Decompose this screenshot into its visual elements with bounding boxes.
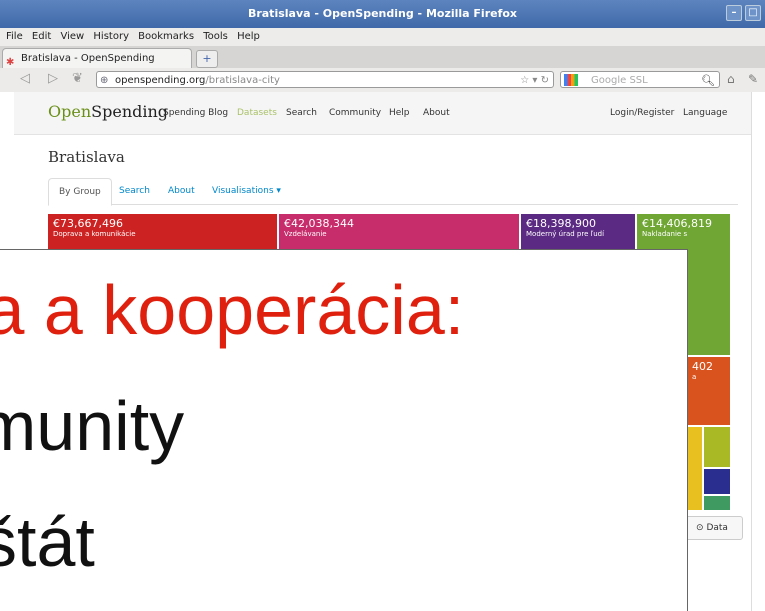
tab-about[interactable]: About <box>158 178 205 204</box>
presentation-slide-overlay: ia a kooperácia: munity štát <box>0 249 688 611</box>
menu-view[interactable]: View <box>60 31 84 42</box>
nav-datasets[interactable]: Datasets <box>237 108 277 118</box>
maximize-button[interactable]: □ <box>745 5 761 21</box>
url-host: openspending.org <box>115 75 206 86</box>
minimize-button[interactable]: – <box>726 5 742 21</box>
url-bar[interactable]: ⊕ openspending.org/bratislava-city ☆ ▾ ↻ <box>96 71 554 88</box>
dataset-tabs: By Group Search About Visualisations ▾ <box>48 178 738 206</box>
treemap-cell[interactable] <box>704 469 730 494</box>
site-identity-icon[interactable]: ⊕ <box>100 72 108 89</box>
window-titlebar: Bratislava - OpenSpending - Mozilla Fire… <box>0 0 765 28</box>
treemap-amount: €42,038,344 <box>284 217 354 230</box>
nav-community[interactable]: Community <box>329 108 381 118</box>
url-path: /bratislava-city <box>205 75 280 86</box>
nav-language[interactable]: Language <box>683 108 727 118</box>
treemap-label: Moderný úrad pre ľudí <box>526 230 605 238</box>
openspending-logo[interactable]: OpenSpending <box>48 102 168 121</box>
treemap-label: Nakladanie s <box>642 230 688 238</box>
data-button[interactable]: ⊙ Data <box>681 516 743 540</box>
browser-window: Bratislava - OpenSpending - Mozilla Fire… <box>0 0 765 611</box>
treemap-cell[interactable] <box>704 427 730 467</box>
menu-file[interactable]: File <box>6 31 23 42</box>
tab-by-group[interactable]: By Group <box>48 178 112 206</box>
nav-help[interactable]: Help <box>389 108 410 118</box>
forward-icon[interactable]: ▷ <box>48 71 58 86</box>
search-placeholder: Google SSL <box>591 75 648 86</box>
nav-spending-blog[interactable]: Spending Blog <box>163 108 228 118</box>
treemap-cell[interactable] <box>704 496 730 510</box>
tab-visualisations[interactable]: Visualisations ▾ <box>202 178 291 204</box>
treemap-amount: €18,398,900 <box>526 217 596 230</box>
menu-help[interactable]: Help <box>237 31 260 42</box>
window-title: Bratislava - OpenSpending - Mozilla Fire… <box>247 7 518 20</box>
slide-bullet: munity <box>0 387 185 465</box>
dataset-title: Bratislava <box>48 148 125 166</box>
page-right-margin <box>751 92 765 611</box>
new-tab-button[interactable]: + <box>196 50 218 68</box>
reload-icon[interactable]: ☆ ▾ ↻ <box>520 72 549 89</box>
back-icon[interactable]: ◁ <box>20 71 30 86</box>
search-engine-icon[interactable] <box>564 74 578 86</box>
menu-history[interactable]: History <box>93 31 129 42</box>
treemap-label: Vzdelávanie <box>284 230 327 238</box>
slide-heading: ia a kooperácia: <box>0 271 465 349</box>
site-header: OpenSpending Spending Blog Datasets Sear… <box>14 92 751 135</box>
treemap-label: Doprava a komunikácie <box>53 230 136 238</box>
search-bar[interactable]: Google SSL 🔍︎ <box>560 71 720 88</box>
search-icon[interactable]: 🔍︎ <box>701 72 715 89</box>
nav-about[interactable]: About <box>423 108 450 118</box>
tab-strip: ✱ Bratislava - OpenSpending + <box>0 46 765 69</box>
tab-search[interactable]: Search <box>109 178 160 204</box>
navigation-toolbar: ◁ ▷ ❦ ⊕ openspending.org/bratislava-city… <box>0 68 765 93</box>
menu-bookmarks[interactable]: Bookmarks <box>138 31 194 42</box>
treemap-amount: €14,406,819 <box>642 217 712 230</box>
slide-bullet: štát <box>0 503 95 581</box>
tab-title: Bratislava - OpenSpending <box>21 53 155 64</box>
treemap-amount: €73,667,496 <box>53 217 123 230</box>
extension-icon[interactable]: ✎ <box>748 72 758 86</box>
menu-tools[interactable]: Tools <box>203 31 228 42</box>
nav-login-register[interactable]: Login/Register <box>610 108 674 118</box>
nav-search[interactable]: Search <box>286 108 317 118</box>
home-icon[interactable]: ⌂ <box>727 72 735 86</box>
menu-edit[interactable]: Edit <box>32 31 51 42</box>
bookmark-star-icon[interactable]: ❦ <box>72 71 83 86</box>
browser-tab[interactable]: ✱ Bratislava - OpenSpending <box>2 48 192 68</box>
menu-bar: File Edit View History Bookmarks Tools H… <box>0 28 765 46</box>
